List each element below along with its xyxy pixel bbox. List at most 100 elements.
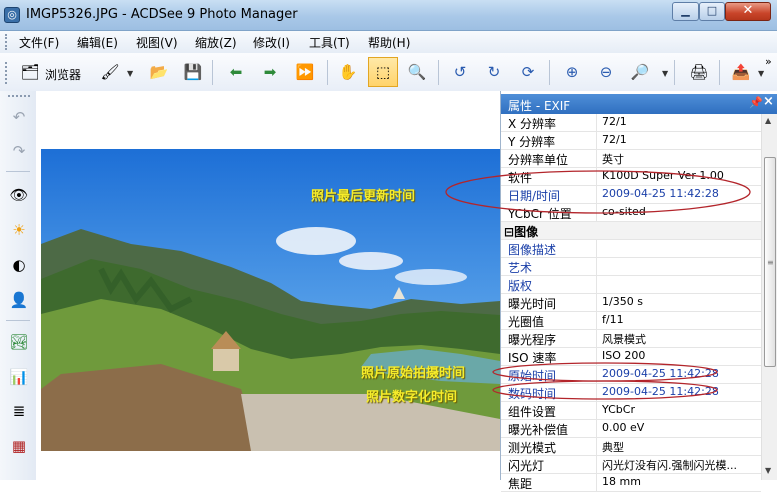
menu-grip[interactable] (5, 34, 9, 50)
exif-row[interactable]: 日期/时间 2009-04-25 11:42:28 (501, 186, 761, 204)
exif-value: 72/1 (602, 115, 627, 128)
undo-icon[interactable]: ↶ (7, 105, 31, 129)
scroll-thumb[interactable]: ≡ (764, 157, 776, 367)
previous-image-icon[interactable]: ⬅ (223, 59, 249, 85)
rotate-left-icon[interactable]: ↺ (447, 59, 473, 85)
more-icon[interactable]: » (765, 55, 772, 68)
next-image-icon[interactable]: ➡ (257, 59, 283, 85)
browse-icon[interactable]: 🗂 (17, 59, 43, 85)
exif-value: 2009-04-25 11:42:28 (602, 367, 719, 380)
exif-key: 数码时间 (508, 387, 557, 401)
image-viewer[interactable]: 照片最后更新时间 照片原始拍摄时间 照片数字化时间 (36, 91, 500, 480)
exif-row[interactable]: 原始时间 2009-04-25 11:42:28 (501, 366, 761, 384)
close-button[interactable]: ✕ (725, 2, 771, 21)
menu-zoom[interactable]: 缩放(Z) (195, 34, 237, 51)
auto-advance-icon[interactable]: ⏩ (292, 59, 318, 85)
menu-view[interactable]: 视图(V) (136, 34, 178, 51)
exif-row[interactable]: X 分辨率 72/1 (501, 114, 761, 132)
exif-value: ISO 200 (602, 349, 646, 362)
exif-row[interactable]: 版权 (501, 276, 761, 294)
zoom-out-icon[interactable]: ⊖ (593, 59, 619, 85)
exif-row[interactable]: 分辨率单位 英寸 (501, 150, 761, 168)
export-dropdown-icon[interactable]: ▼ (758, 69, 764, 78)
panel-close-icon[interactable]: × (763, 94, 774, 109)
hand-pan-icon[interactable]: ✋ (335, 59, 361, 85)
redo-icon[interactable]: ↷ (7, 139, 31, 163)
landscape-icon[interactable]: 🏞 (7, 330, 31, 354)
exif-row[interactable]: 光圈值 f/11 (501, 312, 761, 330)
column-divider (596, 168, 597, 185)
exif-row[interactable]: 数码时间 2009-04-25 11:42:28 (501, 384, 761, 402)
maximize-button[interactable]: □ (699, 2, 725, 21)
tone-curve-icon[interactable]: ≣ (7, 399, 31, 423)
column-divider (596, 150, 597, 167)
exif-key: 日期/时间 (508, 189, 561, 203)
print-icon[interactable]: 🖨 (686, 59, 712, 85)
exif-row[interactable]: 曝光补偿值 0.00 eV (501, 420, 761, 438)
exif-row[interactable]: 焦距 18 mm (501, 474, 761, 492)
acdsee-app-icon[interactable]: ◎ (4, 7, 20, 23)
open-folder-icon[interactable]: 📂 (146, 59, 172, 85)
panel-scrollbar[interactable]: ▲ ≡ ▼ (761, 114, 777, 480)
exif-row[interactable]: 艺术 (501, 258, 761, 276)
column-divider (596, 240, 597, 257)
select-marquee-icon[interactable]: ⬚ (368, 57, 398, 87)
zoom-menu-icon[interactable]: 🔎 (627, 59, 653, 85)
exif-key: 版权 (508, 279, 533, 293)
exif-row[interactable]: 曝光时间 1/350 s (501, 294, 761, 312)
column-divider (596, 384, 597, 401)
exif-key: 曝光补偿值 (508, 423, 569, 437)
exif-row[interactable]: Y 分辨率 72/1 (501, 132, 761, 150)
title-bar: ◎ IMGP5326.JPG - ACDSee 9 Photo Manager … (0, 0, 777, 31)
exif-row[interactable]: 曝光程序 风景模式 (501, 330, 761, 348)
exif-row[interactable]: YCbCr 位置 co-sited (501, 204, 761, 222)
exif-row[interactable]: ISO 速率 ISO 200 (501, 348, 761, 366)
exif-key: X 分辨率 (508, 117, 557, 131)
side-separator (6, 171, 30, 172)
column-divider (596, 330, 597, 347)
toolbar-grip[interactable] (5, 62, 9, 84)
exposure-sun-icon[interactable]: ☀ (7, 218, 31, 242)
red-eye-icon[interactable]: 👁 (7, 183, 31, 207)
rotate-right-icon[interactable]: ↻ (481, 59, 507, 85)
portrait-icon[interactable]: 👤 (7, 288, 31, 312)
menu-help[interactable]: 帮助(H) (368, 34, 410, 51)
annotation-digitized-time: 照片数字化时间 (366, 390, 458, 405)
side-toolbar-grip[interactable] (8, 95, 30, 97)
exif-row[interactable]: 软件 K100D Super Ver 1.00 (501, 168, 761, 186)
save-icon[interactable]: 💾 (180, 59, 206, 85)
scroll-grip-icon: ≡ (767, 258, 774, 267)
exif-row[interactable]: 组件设置 YCbCr (501, 402, 761, 420)
fit-icon[interactable]: ⟳ (515, 59, 541, 85)
column-divider (596, 348, 597, 365)
levels-chart-icon[interactable]: 📊 (7, 365, 31, 389)
zoom-in-icon[interactable]: ⊕ (559, 59, 585, 85)
column-divider (596, 276, 597, 293)
toolbar-separator (549, 60, 550, 85)
zoom-tool-icon[interactable]: 🔍 (404, 59, 430, 85)
exif-value: 1/350 s (602, 295, 643, 308)
menu-file[interactable]: 文件(F) (19, 34, 59, 51)
color-balance-icon[interactable]: ▦ (7, 434, 31, 458)
menu-edit[interactable]: 编辑(E) (77, 34, 118, 51)
section-header-image[interactable]: ⊟图像 (501, 222, 761, 240)
collapse-toggle-icon[interactable]: ⊟ (504, 225, 514, 239)
exif-value: 典型 (602, 441, 624, 454)
window-title: IMGP5326.JPG - ACDSee 9 Photo Manager (26, 7, 298, 22)
zoom-dropdown-icon[interactable]: ▼ (662, 69, 668, 78)
export-icon[interactable]: 📤 (728, 59, 754, 85)
exif-row[interactable]: 图像描述 (501, 240, 761, 258)
menu-modify[interactable]: 修改(I) (253, 34, 290, 51)
exif-row[interactable]: 测光模式 典型 (501, 438, 761, 456)
scroll-down-icon[interactable]: ▼ (765, 466, 771, 475)
pin-icon[interactable]: 📌 (749, 96, 763, 109)
contrast-icon[interactable]: ◐ (7, 253, 31, 277)
scroll-up-icon[interactable]: ▲ (765, 116, 771, 125)
menu-tools[interactable]: 工具(T) (309, 34, 350, 51)
browse-button-label[interactable]: 浏览器 (45, 66, 81, 83)
edit-dropdown-icon[interactable]: ▼ (127, 69, 133, 78)
exif-row[interactable]: 闪光灯 闪光灯没有闪.强制闪光模... (501, 456, 761, 474)
main-toolbar: 🗂 浏览器 🖌 ▼ 📂 💾 ⬅ ➡ ⏩ ✋ ⬚ 🔍 ↺ ↻ ⟳ ⊕ ⊖ 🔎 ▼ … (0, 53, 777, 92)
minimize-button[interactable]: ▁ (672, 2, 699, 21)
edit-brush-icon[interactable]: 🖌 (97, 59, 123, 85)
